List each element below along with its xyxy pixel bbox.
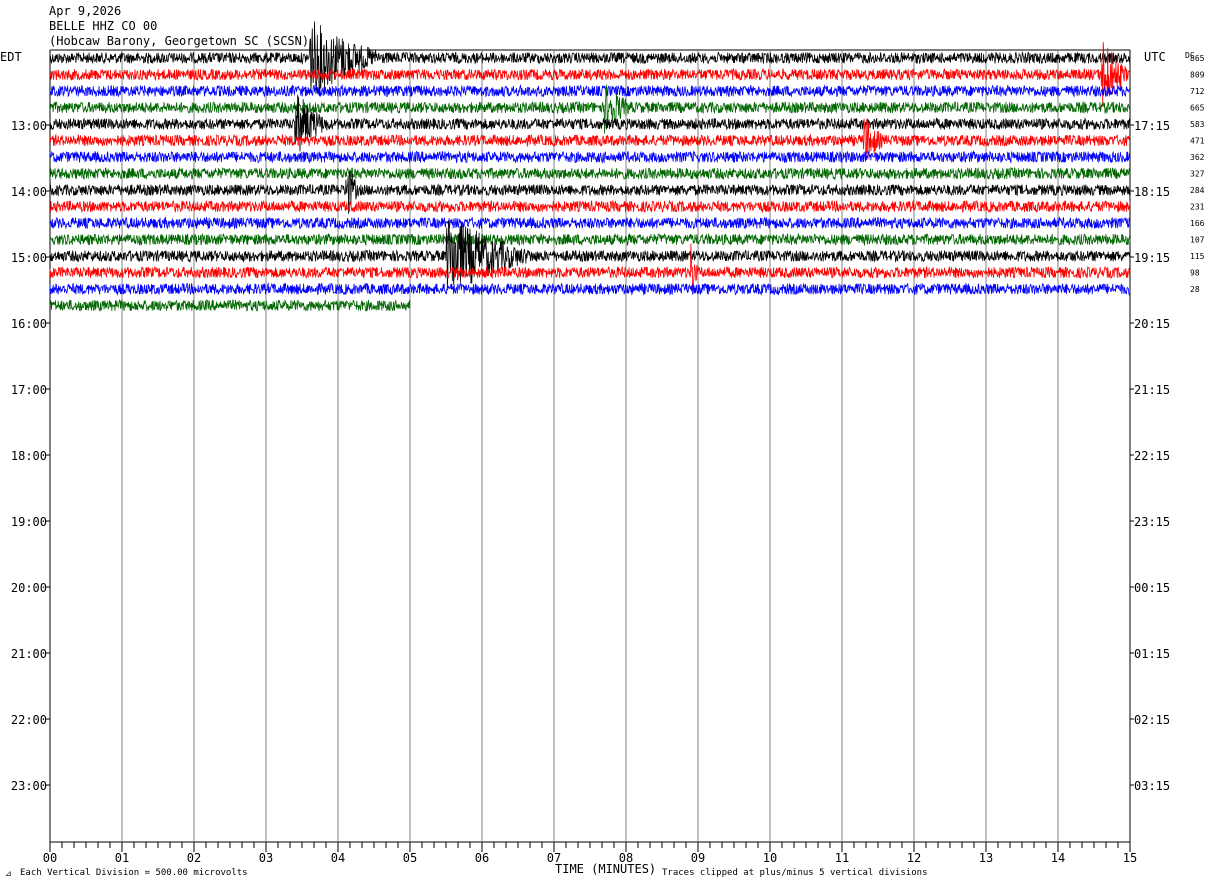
x-tick-label: 04 — [331, 851, 345, 865]
left-hour-label: 21:00 — [11, 647, 47, 661]
right-hour-label: 22:15 — [1134, 449, 1170, 463]
x-tick-label: 11 — [835, 851, 849, 865]
right-hour-label: 18:15 — [1134, 185, 1170, 199]
dc-offset-label: 115 — [1190, 252, 1205, 261]
dc-offset-label: 712 — [1190, 87, 1205, 96]
dc-offset-label: 583 — [1190, 120, 1205, 129]
x-tick-label: 00 — [43, 851, 57, 865]
x-tick-label: 12 — [907, 851, 921, 865]
x-tick-label: 06 — [475, 851, 489, 865]
left-hour-label: 16:00 — [11, 317, 47, 331]
dc-offset-label: 98 — [1190, 269, 1200, 278]
right-hour-label: 20:15 — [1134, 317, 1170, 331]
seismic-trace-blue — [49, 84, 1131, 98]
dc-offset-label: 284 — [1190, 186, 1205, 195]
helicorder-plot: 00 01 02 03 04 05 06 07 08 09 10 11 12 13 14 15EDT UTC DC… — [0, 21, 1205, 878]
footer-logo-icon: ⊿ — [5, 869, 12, 878]
dc-offset-label: 28 — [1190, 285, 1200, 294]
dc-offset-label: 107 — [1190, 236, 1205, 245]
dc-offset-label: 166 — [1190, 219, 1205, 228]
left-hour-label: 17:00 — [11, 383, 47, 397]
right-hour-label: 03:15 — [1134, 779, 1170, 793]
x-axis-title: TIME (MINUTES) — [555, 862, 656, 876]
dc-offset-label: 471 — [1190, 137, 1205, 146]
right-hour-label: 00:15 — [1134, 581, 1170, 595]
right-hour-label: 21:15 — [1134, 383, 1170, 397]
right-timezone-label: UTC — [1144, 50, 1166, 64]
seismic-trace-black — [49, 21, 1131, 94]
x-tick-label: 09 — [691, 851, 705, 865]
left-hour-label: 14:00 — [11, 185, 47, 199]
dc-offset-label: 865 — [1190, 54, 1205, 63]
left-hour-label: 18:00 — [11, 449, 47, 463]
left-hour-label: 13:00 — [11, 119, 47, 133]
x-tick-label: 03 — [259, 851, 273, 865]
right-hour-label: 19:15 — [1134, 251, 1170, 265]
x-tick-label: 14 — [1051, 851, 1065, 865]
seismic-trace-green — [49, 232, 1131, 247]
left-hour-label: 20:00 — [11, 581, 47, 595]
left-hour-label: 15:00 — [11, 251, 47, 265]
right-hour-label: 23:15 — [1134, 515, 1170, 529]
clip-note: Traces clipped at plus/minus 5 vertical … — [662, 868, 928, 878]
seismic-trace-green — [49, 298, 411, 313]
dc-offset-label: 327 — [1190, 170, 1205, 179]
dc-offset-label: 362 — [1190, 153, 1205, 162]
x-tick-label: 13 — [979, 851, 993, 865]
x-tick-label: 15 — [1123, 851, 1137, 865]
seismic-trace-red — [49, 243, 1131, 291]
x-tick-label: 05 — [403, 851, 417, 865]
dc-offset-label: 231 — [1190, 203, 1205, 212]
seismic-trace-blue — [49, 282, 1131, 296]
seismic-trace-green — [49, 166, 1131, 181]
x-tick-label: 10 — [763, 851, 777, 865]
right-hour-label: 02:15 — [1134, 713, 1170, 727]
seismic-trace-blue — [49, 150, 1131, 164]
dc-offset-label: 809 — [1190, 71, 1205, 80]
left-timezone-label: EDT — [0, 50, 22, 64]
left-hour-label: 19:00 — [11, 515, 47, 529]
x-tick-label: 02 — [187, 851, 201, 865]
right-hour-label: 17:15 — [1134, 119, 1170, 133]
left-hour-label: 23:00 — [11, 779, 47, 793]
seismic-trace-red — [49, 199, 1131, 214]
x-tick-label: 01 — [115, 851, 129, 865]
seismic-trace-black — [49, 220, 1131, 289]
seismic-trace-blue — [49, 216, 1131, 230]
seismic-trace-red — [49, 42, 1130, 107]
left-hour-label: 22:00 — [11, 713, 47, 727]
scale-note: Each Vertical Division = 500.00 microvol… — [20, 868, 248, 878]
dc-offset-label: 665 — [1190, 104, 1205, 113]
right-hour-label: 01:15 — [1134, 647, 1170, 661]
